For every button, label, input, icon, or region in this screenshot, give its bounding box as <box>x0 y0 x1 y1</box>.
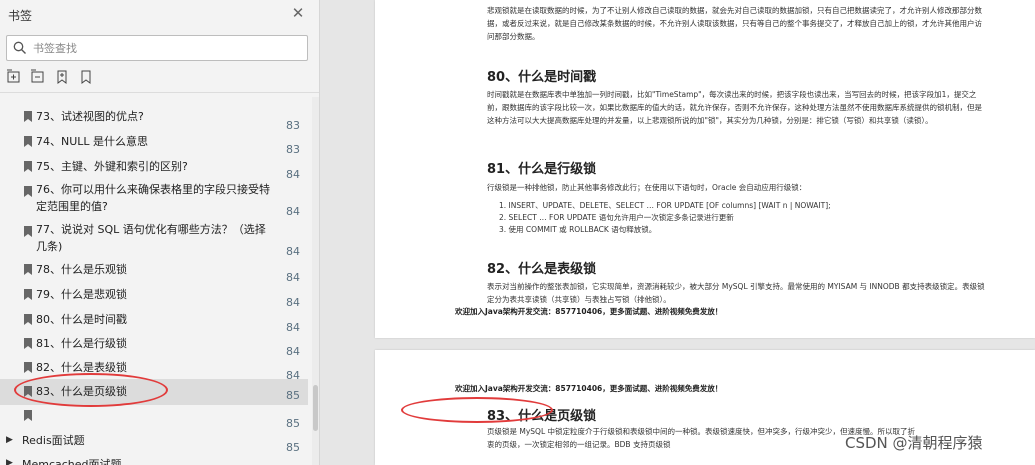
bookmark-item-74[interactable]: 74、NULL 是什么意思 83 <box>0 131 308 156</box>
paragraph-pessimistic-lock: 悲观锁就是在读取数据的时候，为了不让别人修改自己读取的数据，就会先对自己读取的数… <box>487 6 982 41</box>
bookmark-flag-icon <box>24 186 32 197</box>
heading-83: 83、什么是页级锁 <box>487 409 597 424</box>
promo-line: 欢迎加入Java架构开发交流：857710406，更多面试题、进阶视频免费发放！ <box>455 307 723 316</box>
scrollbar-thumb[interactable] <box>313 385 318 431</box>
bookmark-icon[interactable] <box>78 69 96 87</box>
bookmark-flag-icon <box>24 362 32 373</box>
expand-caret-icon[interactable]: ▶ <box>6 458 13 465</box>
bookmark-page: 85 <box>286 441 300 454</box>
bookmark-panel-header: 书签 ✕ <box>0 0 319 30</box>
bookmark-item-82[interactable]: 82、什么是表级锁 84 <box>0 357 308 382</box>
bookmark-search-box[interactable] <box>6 35 308 61</box>
bookmark-item-79[interactable]: 79、什么是悲观锁 84 <box>0 284 308 309</box>
bookmark-flag-icon <box>24 289 32 300</box>
bookmark-label: 82、什么是表级锁 <box>36 361 127 374</box>
bookmark-label: 73、试述视图的优点? <box>36 110 144 123</box>
bookmark-search-input[interactable] <box>33 39 303 57</box>
add-bookmark-icon[interactable] <box>54 69 72 87</box>
bookmark-label: 75、主键、外键和索引的区别? <box>36 160 188 173</box>
search-icon <box>13 41 26 54</box>
bookmark-item-75[interactable]: 75、主键、外键和索引的区别? 84 <box>0 156 308 181</box>
bookmark-flag-icon <box>24 314 32 325</box>
paragraph-timestamp: 时间戳就是在数据库表中单独加一列时间戳，比如"TimeStamp"，每次读出来的… <box>487 90 982 125</box>
bookmark-flag-icon <box>24 226 32 237</box>
bookmark-flag-icon <box>24 111 32 122</box>
bookmark-label: 76、你可以用什么来确保表格里的字段只接受特定范围里的值? <box>36 183 270 213</box>
bookmark-label: 78、什么是乐观锁 <box>36 263 127 276</box>
bookmark-item-76[interactable]: 76、你可以用什么来确保表格里的字段只接受特定范围里的值? 84 <box>0 181 308 218</box>
bookmark-scrollbar[interactable] <box>312 97 319 465</box>
bookmark-label: 79、什么是悲观锁 <box>36 288 127 301</box>
bookmark-page: 85 <box>286 389 300 402</box>
bookmark-item-redis[interactable]: ▶ Redis面试题 85 <box>0 431 308 454</box>
bookmark-flag-icon <box>24 338 32 349</box>
paragraph-table-lock: 表示对当前操作的整张表加锁，它实现简单，资源消耗较少，被大部分 MySQL 引擎… <box>487 282 985 304</box>
bookmark-toolbar <box>0 69 319 89</box>
bookmark-page: 84 <box>286 296 300 309</box>
bookmark-flag-icon <box>24 264 32 275</box>
bookmark-list: 73、试述视图的优点? 83 74、NULL 是什么意思 83 75、主键、外键… <box>0 97 312 465</box>
bookmark-item-80[interactable]: 80、什么是时间戳 84 <box>0 309 308 334</box>
bookmark-label: 74、NULL 是什么意思 <box>36 135 149 148</box>
bookmark-page: 85 <box>286 417 300 430</box>
bookmark-page: 84 <box>286 245 300 258</box>
heading-82: 82、什么是表级锁 <box>487 262 597 277</box>
expand-caret-icon[interactable]: ▶ <box>6 435 13 445</box>
list-item: 2. SELECT … FOR UPDATE 语句允许用户一次锁定多条记录进行更… <box>499 213 734 222</box>
bookmark-item-81[interactable]: 81、什么是行级锁 84 <box>0 333 308 358</box>
pdf-page-1: 悲观锁就是在读取数据的时候，为了不让别人修改自己读取的数据，就会先对自己读取的数… <box>375 0 1035 338</box>
watermark: CSDN @清朝程序猿 <box>845 434 983 452</box>
list-item: 1. INSERT、UPDATE、DELETE、SELECT … FOR UPD… <box>499 201 831 210</box>
document-viewer[interactable]: 悲观锁就是在读取数据的时候，为了不让别人修改自己读取的数据，就会先对自己读取的数… <box>321 0 1035 465</box>
bookmark-flag-icon <box>24 136 32 147</box>
bookmark-panel: 书签 ✕ 73、试述视图的优点? 83 74、NULL <box>0 0 320 465</box>
bookmark-label: 80、什么是时间戳 <box>36 313 127 326</box>
bookmark-label: Memcached面试题 <box>22 458 122 465</box>
bookmark-item-78[interactable]: 78、什么是乐观锁 84 <box>0 259 308 284</box>
collapse-all-icon[interactable] <box>30 69 48 87</box>
bookmark-page: 84 <box>286 271 300 284</box>
bookmark-item-73[interactable]: 73、试述视图的优点? 83 <box>0 106 308 132</box>
promo-line: 欢迎加入Java架构开发交流：857710406，更多面试题、进阶视频免费发放！ <box>455 384 723 393</box>
bookmark-page: 84 <box>286 168 300 181</box>
paragraph-row-lock: 行级锁是一种排他锁，防止其他事务修改此行；在使用以下语句时，Oracle 会自动… <box>487 183 807 192</box>
bookmark-label: 83、什么是页级锁 <box>36 385 127 398</box>
heading-80: 80、什么是时间戳 <box>487 70 597 85</box>
bookmark-page: 83 <box>286 143 300 156</box>
bookmark-flag-icon <box>24 386 32 397</box>
bookmark-label: Redis面试题 <box>22 434 85 447</box>
bookmark-flag-icon <box>24 161 32 172</box>
divider <box>0 92 319 93</box>
expand-all-icon[interactable] <box>6 69 24 87</box>
list-item: 3. 使用 COMMIT 或 ROLLBACK 语句释放锁。 <box>499 225 657 234</box>
bookmark-label: 81、什么是行级锁 <box>36 337 127 350</box>
panel-title: 书签 <box>8 9 33 23</box>
bookmark-page: 84 <box>286 205 300 218</box>
bookmark-item-empty[interactable]: 85 <box>0 407 308 430</box>
bookmark-item-memcached[interactable]: ▶ Memcached面试题 <box>0 454 308 465</box>
close-icon[interactable]: ✕ <box>290 5 306 21</box>
bookmark-item-77[interactable]: 77、说说对 SQL 语句优化有哪些方法？（选择几条) 84 <box>0 221 308 258</box>
bookmark-label: 77、说说对 SQL 语句优化有哪些方法？（选择几条) <box>36 223 266 253</box>
bookmark-item-83-selected[interactable]: 83、什么是页级锁 85 <box>0 379 308 405</box>
bookmark-flag-icon <box>24 410 32 421</box>
heading-81: 81、什么是行级锁 <box>487 162 597 177</box>
